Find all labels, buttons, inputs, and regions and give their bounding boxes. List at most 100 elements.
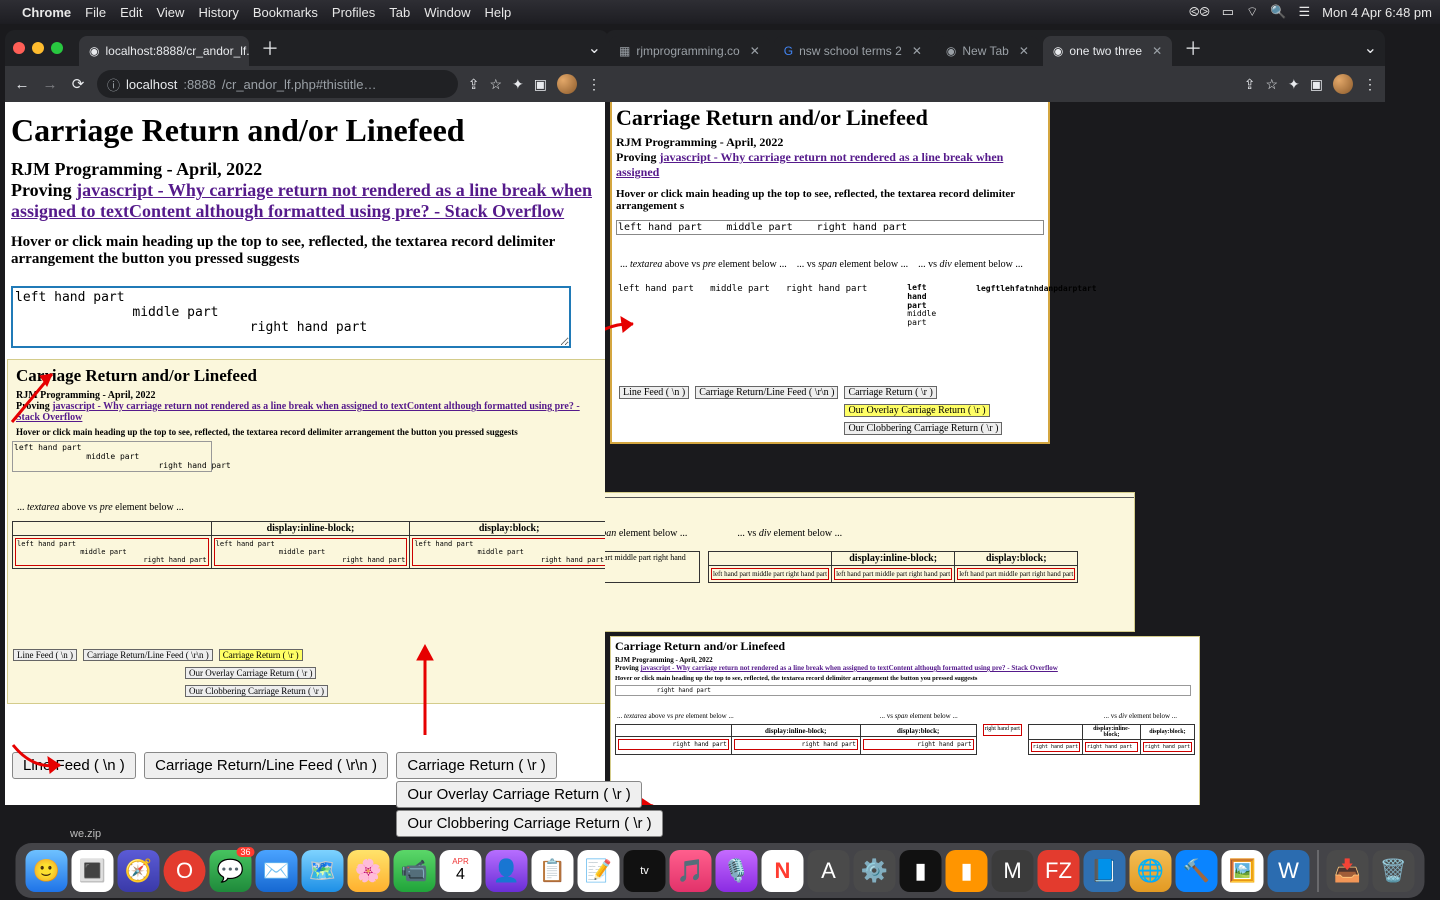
menu-file[interactable]: File xyxy=(85,5,106,20)
dock-music[interactable]: 🎵 xyxy=(670,850,712,892)
menu-help[interactable]: Help xyxy=(485,5,512,20)
tab-close-icon[interactable]: ✕ xyxy=(1152,44,1162,58)
dock-finder[interactable]: 🙂 xyxy=(26,850,68,892)
btn-cr-sm[interactable]: Carriage Return ( \r ) xyxy=(219,649,303,661)
dock-notes[interactable]: 📝 xyxy=(578,850,620,892)
tab-nsw[interactable]: Gnsw school terms 2✕ xyxy=(774,36,932,66)
frame-tr-link[interactable]: javascript - Why carriage return not ren… xyxy=(616,150,1003,179)
chrome-menu-icon[interactable]: ⋮ xyxy=(587,76,601,93)
profile-avatar[interactable] xyxy=(557,74,577,94)
btn-ovr-sm[interactable]: Our Overlay Carriage Return ( \r ) xyxy=(185,667,316,679)
dock-maps[interactable]: 🗺️ xyxy=(302,850,344,892)
dock-settings[interactable]: ⚙️ xyxy=(854,850,896,892)
chrome-menu-icon[interactable]: ⋮ xyxy=(1363,76,1377,93)
dock-xcode[interactable]: 🔨 xyxy=(1176,850,1218,892)
address-bar[interactable]: ⓘ localhost:8888/cr_andor_lf.php#thistit… xyxy=(97,70,458,98)
dock-facetime[interactable]: 📹 xyxy=(394,850,436,892)
battery-icon[interactable]: ▭ xyxy=(1222,4,1234,20)
screen-record-icon[interactable]: ⧀⧁ xyxy=(1189,4,1210,20)
menu-history[interactable]: History xyxy=(198,5,238,20)
dock-appstore[interactable]: A xyxy=(808,850,850,892)
frame-tr-title[interactable]: Carriage Return and/or Linefeed xyxy=(616,105,1044,131)
sidepanel-icon[interactable]: ▣ xyxy=(534,76,547,93)
dock-reminders[interactable]: 📋 xyxy=(532,850,574,892)
page-title[interactable]: Carriage Return and/or Linefeed xyxy=(11,112,603,149)
menu-bookmarks[interactable]: Bookmarks xyxy=(253,5,318,20)
share-icon[interactable]: ⇪ xyxy=(468,76,480,93)
dock-safari[interactable]: 🧭 xyxy=(118,850,160,892)
tabs-overflow-icon[interactable]: ⌄ xyxy=(1364,38,1377,58)
big-btn-lf[interactable]: Line Feed ( \n ) xyxy=(12,752,136,779)
window-minimize-icon[interactable] xyxy=(32,42,44,54)
extensions-icon[interactable]: ✦ xyxy=(512,76,524,93)
menu-window[interactable]: Window xyxy=(424,5,470,20)
bookmark-star-icon[interactable]: ☆ xyxy=(1265,76,1278,93)
wifi-icon[interactable]: ⌔ xyxy=(1246,4,1258,20)
tab-close-icon[interactable]: ✕ xyxy=(750,44,760,58)
dock-tv[interactable]: tv xyxy=(624,850,666,892)
back-button[interactable]: ← xyxy=(13,76,31,93)
dock-calendar[interactable]: APR4 xyxy=(440,850,482,892)
dock-chrome[interactable]: 🌐 xyxy=(1130,850,1172,892)
dock-textwrangler[interactable]: 📘 xyxy=(1084,850,1126,892)
sidepanel-icon[interactable]: ▣ xyxy=(1310,76,1323,93)
btn-lf-sm[interactable]: Line Feed ( \n ) xyxy=(13,649,77,661)
share-icon[interactable]: ⇪ xyxy=(1244,76,1256,93)
menu-tab[interactable]: Tab xyxy=(389,5,410,20)
tab-close-icon[interactable]: ✕ xyxy=(1019,44,1029,58)
big-btn-ovr[interactable]: Our Overlay Carriage Return ( \r ) xyxy=(396,781,641,808)
dock-terminal[interactable]: ▮ xyxy=(900,850,942,892)
extensions-icon[interactable]: ✦ xyxy=(1288,76,1300,93)
tabs-overflow-icon[interactable]: ⌄ xyxy=(588,38,601,58)
dock-iterm[interactable]: ▮ xyxy=(946,850,988,892)
dock-mail[interactable]: ✉️ xyxy=(256,850,298,892)
dock-photos[interactable]: 🌸 xyxy=(348,850,390,892)
forward-button[interactable]: → xyxy=(41,76,59,93)
tab-onetwothree[interactable]: ◉one two three✕ xyxy=(1043,36,1172,66)
frame-lower-link[interactable]: javascript - Why carriage return not ren… xyxy=(640,664,1057,672)
dock-opera[interactable]: O xyxy=(164,850,206,892)
menu-edit[interactable]: Edit xyxy=(120,5,142,20)
app-name[interactable]: Chrome xyxy=(22,5,71,20)
frame-tr-textarea[interactable]: left hand part middle part right hand pa… xyxy=(616,220,1044,235)
dock-trash[interactable]: 🗑️ xyxy=(1373,850,1415,892)
frame-tr-btn-ovr[interactable]: Our Overlay Carriage Return ( \r ) xyxy=(844,404,989,417)
clock[interactable]: Mon 4 Apr 6:48 pm xyxy=(1322,5,1432,20)
dock-podcasts[interactable]: 🎙️ xyxy=(716,850,758,892)
profile-avatar[interactable] xyxy=(1333,74,1353,94)
frame-tr-btn-cr[interactable]: Carriage Return ( \r ) xyxy=(844,386,936,399)
new-tab-button[interactable]: ＋ xyxy=(1176,31,1210,65)
frame-tr-btn-clob[interactable]: Our Clobbering Carriage Return ( \r ) xyxy=(844,422,1002,435)
dock-downloads[interactable]: 📥 xyxy=(1327,850,1369,892)
frame-tr-btn-crlf[interactable]: Carriage Return/Line Feed ( \r\n ) xyxy=(695,386,838,399)
btn-crlf-sm[interactable]: Carriage Return/Line Feed ( \r\n ) xyxy=(83,649,213,661)
tab-active-left[interactable]: ◉ localhost:8888/cr_andor_lf.ph ✕ xyxy=(79,36,249,66)
bookmark-star-icon[interactable]: ☆ xyxy=(489,76,502,93)
big-btn-crlf[interactable]: Carriage Return/Line Feed ( \r\n ) xyxy=(144,752,388,779)
tab-rjm[interactable]: ▦rjmprogramming.co✕ xyxy=(609,36,770,66)
embedded-title[interactable]: Carriage Return and/or Linefeed xyxy=(16,366,600,386)
btn-clob-sm[interactable]: Our Clobbering Carriage Return ( \r ) xyxy=(185,685,328,697)
dock-filezilla[interactable]: FZ xyxy=(1038,850,1080,892)
control-center-icon[interactable]: ☰ xyxy=(1299,4,1311,20)
big-btn-clob[interactable]: Our Clobbering Carriage Return ( \r ) xyxy=(396,810,662,837)
reload-button[interactable]: ⟳ xyxy=(69,75,87,93)
big-btn-cr[interactable]: Carriage Return ( \r ) xyxy=(396,752,556,779)
tab-close-icon[interactable]: ✕ xyxy=(912,44,922,58)
stackoverflow-link[interactable]: javascript - Why carriage return not ren… xyxy=(11,180,592,221)
site-info-icon[interactable]: ⓘ xyxy=(107,75,120,94)
window-zoom-icon[interactable] xyxy=(51,42,63,54)
frame-tr-btn-lf[interactable]: Line Feed ( \n ) xyxy=(619,386,689,399)
embedded-link[interactable]: javascript - Why carriage return not ren… xyxy=(16,401,580,423)
main-textarea[interactable] xyxy=(11,286,571,348)
menu-view[interactable]: View xyxy=(156,5,184,20)
spotlight-icon[interactable]: 🔍 xyxy=(1270,4,1286,20)
window-close-icon[interactable] xyxy=(13,42,25,54)
frame-lower-title[interactable]: Carriage Return and/or Linefeed xyxy=(615,639,1195,654)
menu-profiles[interactable]: Profiles xyxy=(332,5,375,20)
dock-word[interactable]: W xyxy=(1268,850,1310,892)
dock-preview[interactable]: 🖼️ xyxy=(1222,850,1264,892)
embedded-textarea[interactable]: left hand part middle part right hand pa… xyxy=(12,441,212,472)
dock-launchpad[interactable]: 🔳 xyxy=(72,850,114,892)
frame-lower-textarea[interactable]: right hand part xyxy=(615,685,1191,696)
